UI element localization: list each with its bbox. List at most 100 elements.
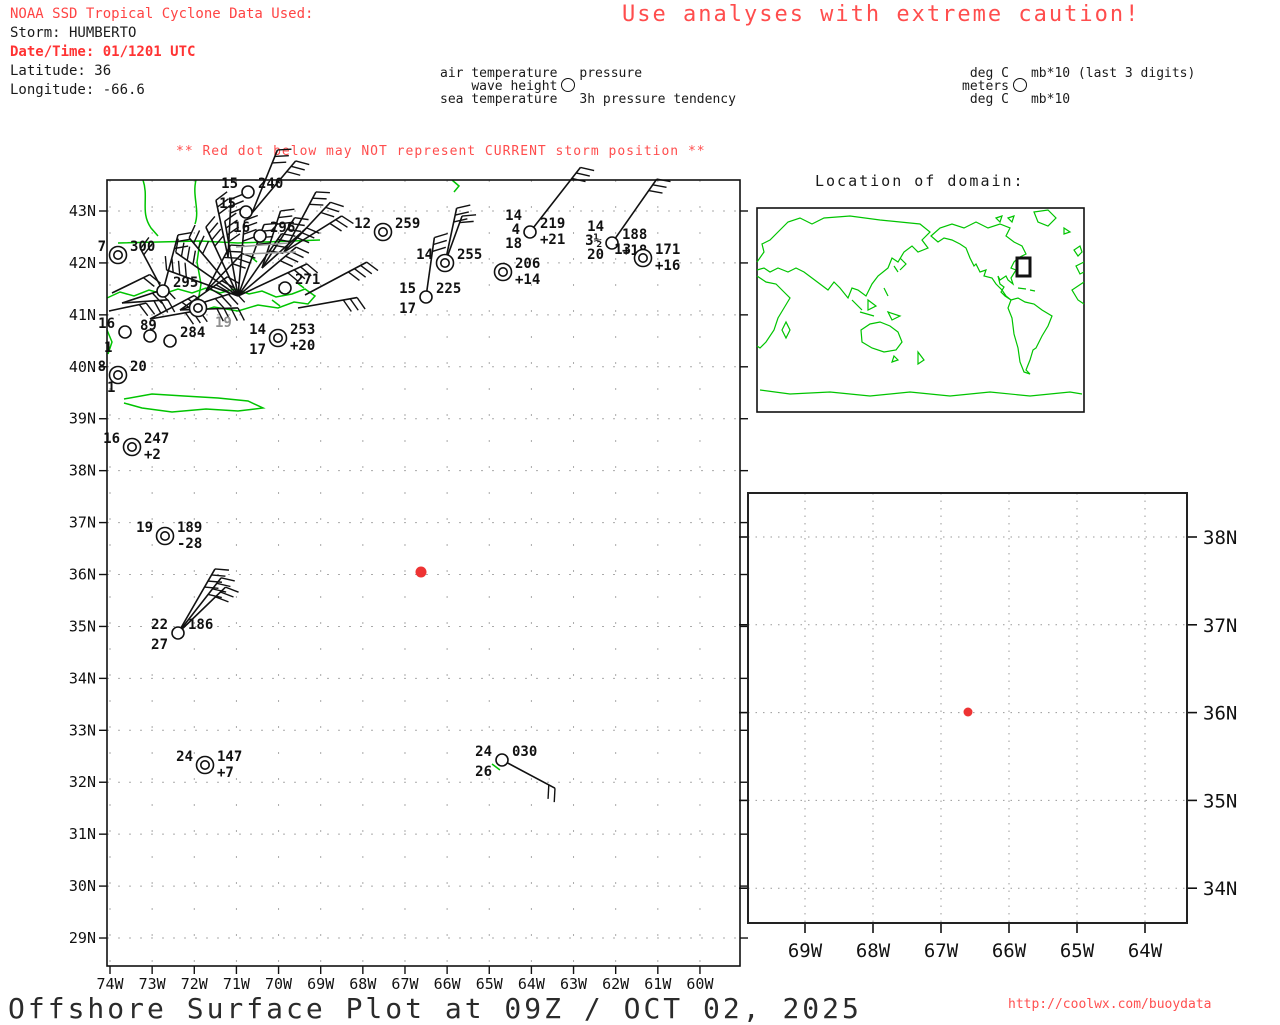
zoom-lat-axis-label: 36N <box>1203 703 1237 725</box>
station-value: 8 <box>98 359 106 375</box>
station-value: 300 <box>130 239 155 255</box>
main-map-grid <box>107 180 740 966</box>
station-value: 171 <box>655 242 680 258</box>
station-circle-icon <box>1013 78 1027 92</box>
station-value: 271 <box>295 272 320 288</box>
lat-axis-label: 36N <box>69 566 96 584</box>
zoom-lon-axis-label: 69W <box>788 940 823 962</box>
station-value: 20 <box>587 247 604 263</box>
station-plot: 206+14 <box>495 256 541 288</box>
station-value: 240 <box>258 176 283 192</box>
lat-axis-label: 32N <box>69 773 96 791</box>
station-value: 27 <box>151 637 168 653</box>
station-value: 18 <box>505 236 522 252</box>
lon-axis-label: 68W <box>349 975 377 993</box>
lon-axis-label: 72W <box>181 975 209 993</box>
station-value: 4 <box>512 222 520 238</box>
legend-pressure: pressure <box>577 67 738 80</box>
station-value: -28 <box>177 536 202 552</box>
station-plot: 14418219+21 <box>505 167 594 252</box>
station-value: 253 <box>290 322 315 338</box>
datetime-line: Date/Time: 01/1201 UTC <box>10 43 195 62</box>
noaa-source-line: NOAA SSD Tropical Cyclone Data Used: <box>10 5 313 24</box>
legend-unit-degc-2: deg C <box>960 93 1011 106</box>
station-value: +20 <box>290 338 315 354</box>
lon-axis-label: 63W <box>560 975 588 993</box>
lon-axis-label: 70W <box>265 975 293 993</box>
station-value: +18 <box>622 243 647 259</box>
station-value: 17 <box>399 301 416 317</box>
station-circle-icon <box>561 78 575 92</box>
station-value: 3½ <box>585 233 602 249</box>
legend-3h-tendency: 3h pressure tendency <box>577 93 738 106</box>
station-value: 15 <box>219 196 236 212</box>
station-plot: 1517225 <box>399 233 461 317</box>
main-map-frame: 43N42N41N40N39N38N37N36N35N34N33N32N31N3… <box>69 180 748 993</box>
legend-units: deg C mb*10 (last 3 digits) meters deg C… <box>960 41 1197 119</box>
lon-axis-label: 66W <box>434 975 462 993</box>
station-value: 13 <box>614 242 631 258</box>
station-value: +7 <box>217 765 234 781</box>
lon-axis-label: 74W <box>96 975 124 993</box>
zoom-lat-axis-label: 34N <box>1203 878 1237 900</box>
station-value: 15 <box>221 176 238 192</box>
station-plot: 16 <box>98 316 131 338</box>
lat-axis-label: 30N <box>69 877 96 895</box>
lon-axis-label: 71W <box>223 975 251 993</box>
zoom-lon-axis-label: 65W <box>1060 940 1095 962</box>
station-value: 147 <box>217 749 242 765</box>
station-plot: 24 147+7 <box>176 749 242 781</box>
station-plot: 271 <box>279 272 320 294</box>
station-value: 7 <box>98 239 106 255</box>
lat-axis-label: 31N <box>69 825 96 843</box>
station-value: 24 <box>475 744 492 760</box>
station-plot: 14255 <box>416 205 482 271</box>
lon-axis-label: 60W <box>686 975 714 993</box>
caution-banner: Use analyses with extreme caution! <box>622 2 1140 27</box>
station-value: 030 <box>512 744 537 760</box>
zoom-lon-axis-label: 64W <box>1128 940 1163 962</box>
zoom-lon-axis-label: 66W <box>992 940 1027 962</box>
station-plot: 15 240 <box>221 176 283 198</box>
station-value: 24 <box>176 749 193 765</box>
zoom-lon-axis-label: 67W <box>924 940 959 962</box>
coastline <box>107 180 500 770</box>
zoom-lat-axis-label: 35N <box>1203 790 1237 812</box>
station-value: 284 <box>180 325 205 341</box>
station-value: 188 <box>622 227 647 243</box>
lat-axis-label: 35N <box>69 617 96 635</box>
buoydata-link[interactable]: http://coolwx.com/buoydata <box>1008 997 1212 1012</box>
station-value: 247 <box>144 431 169 447</box>
station-value: 225 <box>436 281 461 297</box>
station-value: +16 <box>655 258 680 274</box>
lon-axis-label: 67W <box>391 975 419 993</box>
station-value: +2 <box>144 447 161 463</box>
station-value: 295 <box>173 275 198 291</box>
lat-axis-label: 38N <box>69 462 96 480</box>
lat-axis-label: 42N <box>69 254 96 272</box>
station-value: 26 <box>475 764 492 780</box>
lon-axis-label: 61W <box>644 975 672 993</box>
storm-name-line: Storm: HUMBERTO <box>10 24 136 43</box>
station-plot: 13 171+16 <box>614 242 680 274</box>
station-value: 186 <box>188 617 213 633</box>
station-plot: 24 26 030 <box>475 744 555 802</box>
station-value: 1 <box>104 340 112 356</box>
storm-position-warning: ** Red dot below may NOT represent CURRE… <box>176 144 706 159</box>
lon-axis-label: 73W <box>139 975 167 993</box>
station-value: 259 <box>395 216 420 232</box>
station-plot: 143½20188+18 <box>585 179 670 263</box>
station-value: +21 <box>540 232 565 248</box>
legend-unit-mb10: mb*10 <box>1029 93 1197 106</box>
station-plot: 12259 <box>354 216 420 241</box>
domain-locator-map <box>757 208 1084 412</box>
lat-axis-label: 40N <box>69 358 96 376</box>
station-value: 16 <box>98 316 115 332</box>
lon-axis-label: 64W <box>518 975 546 993</box>
lat-axis-label: 34N <box>69 669 96 687</box>
station-plot: 19189-28 <box>136 520 202 552</box>
station-value: 219 <box>540 216 565 232</box>
station-value: 20 <box>130 359 147 375</box>
station-value: 206 <box>515 256 540 272</box>
zoom-lat-axis-label: 38N <box>1203 527 1237 549</box>
